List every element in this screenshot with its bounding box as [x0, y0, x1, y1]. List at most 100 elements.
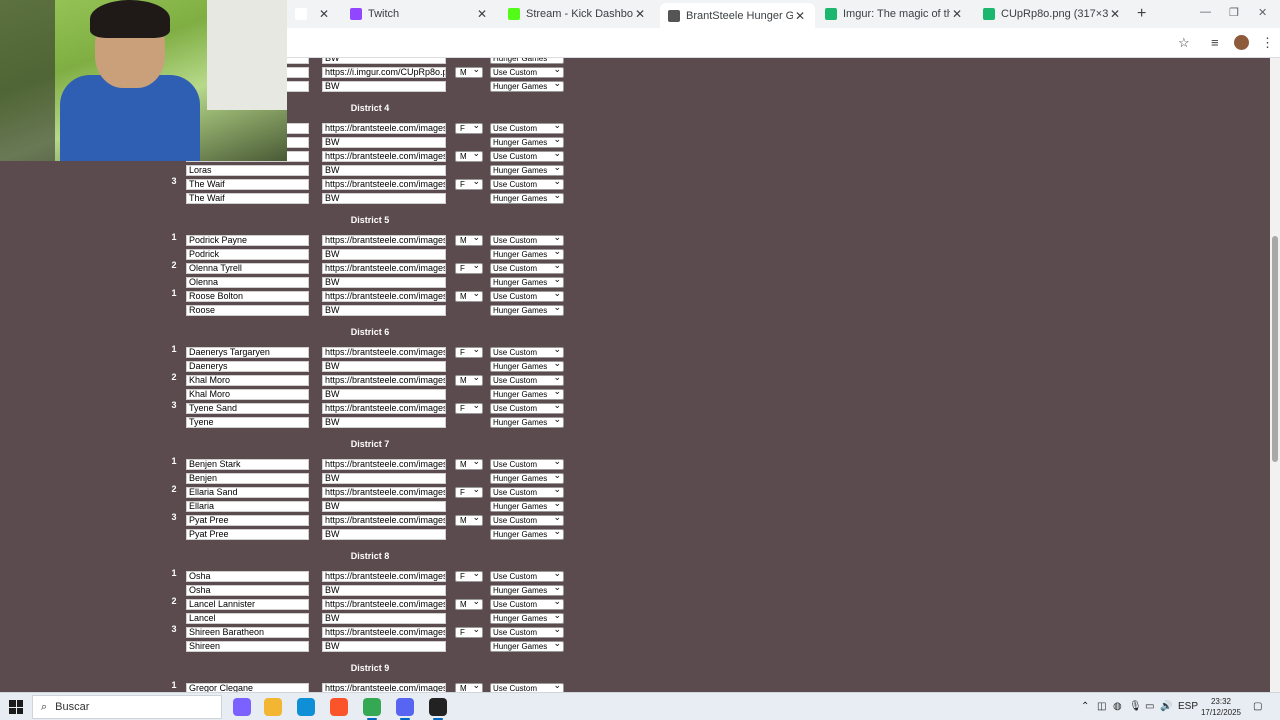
- scrollbar-thumb[interactable]: [1272, 236, 1278, 462]
- brave-icon[interactable]: [330, 698, 348, 716]
- image-source-select[interactable]: Use Custom: [490, 121, 564, 134]
- tribute-nickname-input[interactable]: Podrick: [186, 249, 309, 260]
- bookmark-star-icon[interactable]: ☆: [1178, 35, 1190, 51]
- dead-image-select[interactable]: Hunger Games: [490, 163, 564, 176]
- notifications-icon[interactable]: ▢: [1253, 701, 1262, 712]
- gender-select[interactable]: F: [455, 401, 483, 414]
- microphone-icon[interactable]: 🎙: [1129, 701, 1142, 712]
- dead-image-input[interactable]: BW: [322, 361, 446, 372]
- volume-icon[interactable]: 🔊: [1160, 701, 1172, 712]
- image-url-input[interactable]: https://brantsteele.com/images: [322, 375, 446, 386]
- media-controls-icon[interactable]: ≡: [1211, 35, 1219, 50]
- discord-icon[interactable]: [396, 698, 414, 720]
- gender-select[interactable]: M: [455, 289, 483, 302]
- tribute-nickname-input[interactable]: Loras: [186, 165, 309, 176]
- tab-close-icon[interactable]: ✕: [950, 7, 964, 21]
- dead-image-select[interactable]: Hunger Games: [490, 359, 564, 372]
- image-url-input[interactable]: https://brantsteele.com/images: [322, 123, 446, 134]
- tribute-name-input[interactable]: Pyat Pree: [186, 515, 309, 526]
- image-url-input[interactable]: https://brantsteele.com/images: [322, 403, 446, 414]
- browser-tab[interactable]: Stream - Kick Dashboard✕: [500, 3, 655, 25]
- image-source-select[interactable]: Use Custom: [490, 401, 564, 414]
- browser-tab[interactable]: Imgur: The magic of the Intern✕: [817, 3, 972, 25]
- tribute-nickname-input[interactable]: Shireen: [186, 641, 309, 652]
- new-tab-button[interactable]: +: [1137, 5, 1146, 23]
- dead-image-input[interactable]: BW: [322, 501, 446, 512]
- gender-select[interactable]: M: [455, 681, 483, 692]
- image-source-select[interactable]: Use Custom: [490, 681, 564, 692]
- tab-close-icon[interactable]: ✕: [1108, 7, 1122, 21]
- close-window-icon[interactable]: ✕: [1258, 6, 1267, 19]
- tribute-name-input[interactable]: Podrick Payne: [186, 235, 309, 246]
- image-source-select[interactable]: Use Custom: [490, 233, 564, 246]
- tribute-name-input[interactable]: Osha: [186, 571, 309, 582]
- tribute-nickname-input[interactable]: Roose: [186, 305, 309, 316]
- tribute-name-input[interactable]: Khal Moro: [186, 375, 309, 386]
- dead-image-select[interactable]: Hunger Games: [490, 499, 564, 512]
- gender-select[interactable]: M: [455, 149, 483, 162]
- image-url-input[interactable]: https://brantsteele.com/images: [322, 151, 446, 162]
- minimize-icon[interactable]: —: [1200, 6, 1211, 18]
- gender-select[interactable]: M: [455, 373, 483, 386]
- tab-close-icon[interactable]: ✕: [793, 9, 807, 23]
- tribute-name-input[interactable]: Ellaria Sand: [186, 487, 309, 498]
- gender-select[interactable]: F: [455, 345, 483, 358]
- network-icon[interactable]: ◍: [1113, 701, 1122, 712]
- language-indicator[interactable]: ESP: [1178, 701, 1198, 712]
- gender-select[interactable]: F: [455, 177, 483, 190]
- gender-select[interactable]: M: [455, 513, 483, 526]
- dead-image-select[interactable]: Hunger Games: [490, 471, 564, 484]
- image-url-input[interactable]: https://brantsteele.com/images: [322, 683, 446, 692]
- image-url-input[interactable]: https://brantsteele.com/images: [322, 179, 446, 190]
- tribute-nickname-input[interactable]: Tyene: [186, 417, 309, 428]
- image-source-select[interactable]: Use Custom: [490, 513, 564, 526]
- image-source-select[interactable]: Use Custom: [490, 485, 564, 498]
- tab-close-icon[interactable]: ✕: [633, 7, 647, 21]
- image-source-select[interactable]: Use Custom: [490, 345, 564, 358]
- dead-image-select[interactable]: Hunger Games: [490, 583, 564, 596]
- windows-start-icon[interactable]: [9, 700, 23, 714]
- browser-tab[interactable]: CUpRp8o.png (317×331)✕: [975, 3, 1130, 25]
- dead-image-input[interactable]: BW: [322, 389, 446, 400]
- image-source-select[interactable]: Use Custom: [490, 373, 564, 386]
- dead-image-select[interactable]: Hunger Games: [490, 191, 564, 204]
- dead-image-select[interactable]: Hunger Games: [490, 639, 564, 652]
- tribute-name-input[interactable]: Shireen Baratheon: [186, 627, 309, 638]
- image-url-input[interactable]: https://brantsteele.com/images: [322, 235, 446, 246]
- image-url-input[interactable]: https://brantsteele.com/images: [322, 571, 446, 582]
- dead-image-input[interactable]: BW: [322, 249, 446, 260]
- chevron-up-icon[interactable]: ⌃: [1081, 701, 1089, 712]
- dead-image-input[interactable]: BW: [322, 81, 446, 92]
- tribute-name-input[interactable]: Olenna Tyrell: [186, 263, 309, 274]
- dead-image-input[interactable]: BW: [322, 613, 446, 624]
- tribute-nickname-input[interactable]: Daenerys: [186, 361, 309, 372]
- menu-kebab-icon[interactable]: ⋮: [1261, 35, 1274, 51]
- tribute-nickname-input[interactable]: Pyat Pree: [186, 529, 309, 540]
- image-source-select[interactable]: Use Custom: [490, 457, 564, 470]
- dead-image-select[interactable]: Hunger Games: [490, 527, 564, 540]
- tribute-nickname-input[interactable]: Lancel: [186, 613, 309, 624]
- gender-select[interactable]: F: [455, 625, 483, 638]
- copilot-icon[interactable]: [233, 698, 251, 716]
- dead-image-input[interactable]: BW: [322, 585, 446, 596]
- dead-image-input[interactable]: BW: [322, 641, 446, 652]
- dead-image-select[interactable]: Hunger Games: [490, 247, 564, 260]
- dead-image-input[interactable]: BW: [322, 305, 446, 316]
- page-scrollbar[interactable]: [1270, 58, 1280, 692]
- image-url-input[interactable]: https://brantsteele.com/images: [322, 599, 446, 610]
- image-source-select[interactable]: Use Custom: [490, 289, 564, 302]
- tribute-name-input[interactable]: Gregor Clegane: [186, 683, 309, 692]
- dead-image-input[interactable]: BW: [322, 193, 446, 204]
- dead-image-select[interactable]: Hunger Games: [490, 415, 564, 428]
- dead-image-select[interactable]: Hunger Games: [490, 275, 564, 288]
- dead-image-select[interactable]: Hunger Games: [490, 387, 564, 400]
- tribute-name-input[interactable]: Benjen Stark: [186, 459, 309, 470]
- dead-image-input[interactable]: BW: [322, 417, 446, 428]
- restore-icon[interactable]: ❐: [1229, 6, 1239, 19]
- tribute-name-input[interactable]: Tyene Sand: [186, 403, 309, 414]
- tribute-nickname-input[interactable]: Osha: [186, 585, 309, 596]
- dead-image-select[interactable]: Hunger Games: [490, 79, 564, 92]
- dead-image-select[interactable]: Hunger Games: [490, 303, 564, 316]
- wifi-icon[interactable]: ▭: [1145, 701, 1154, 712]
- taskbar-clock[interactable]: 23:32 17/12/2025: [1196, 696, 1246, 718]
